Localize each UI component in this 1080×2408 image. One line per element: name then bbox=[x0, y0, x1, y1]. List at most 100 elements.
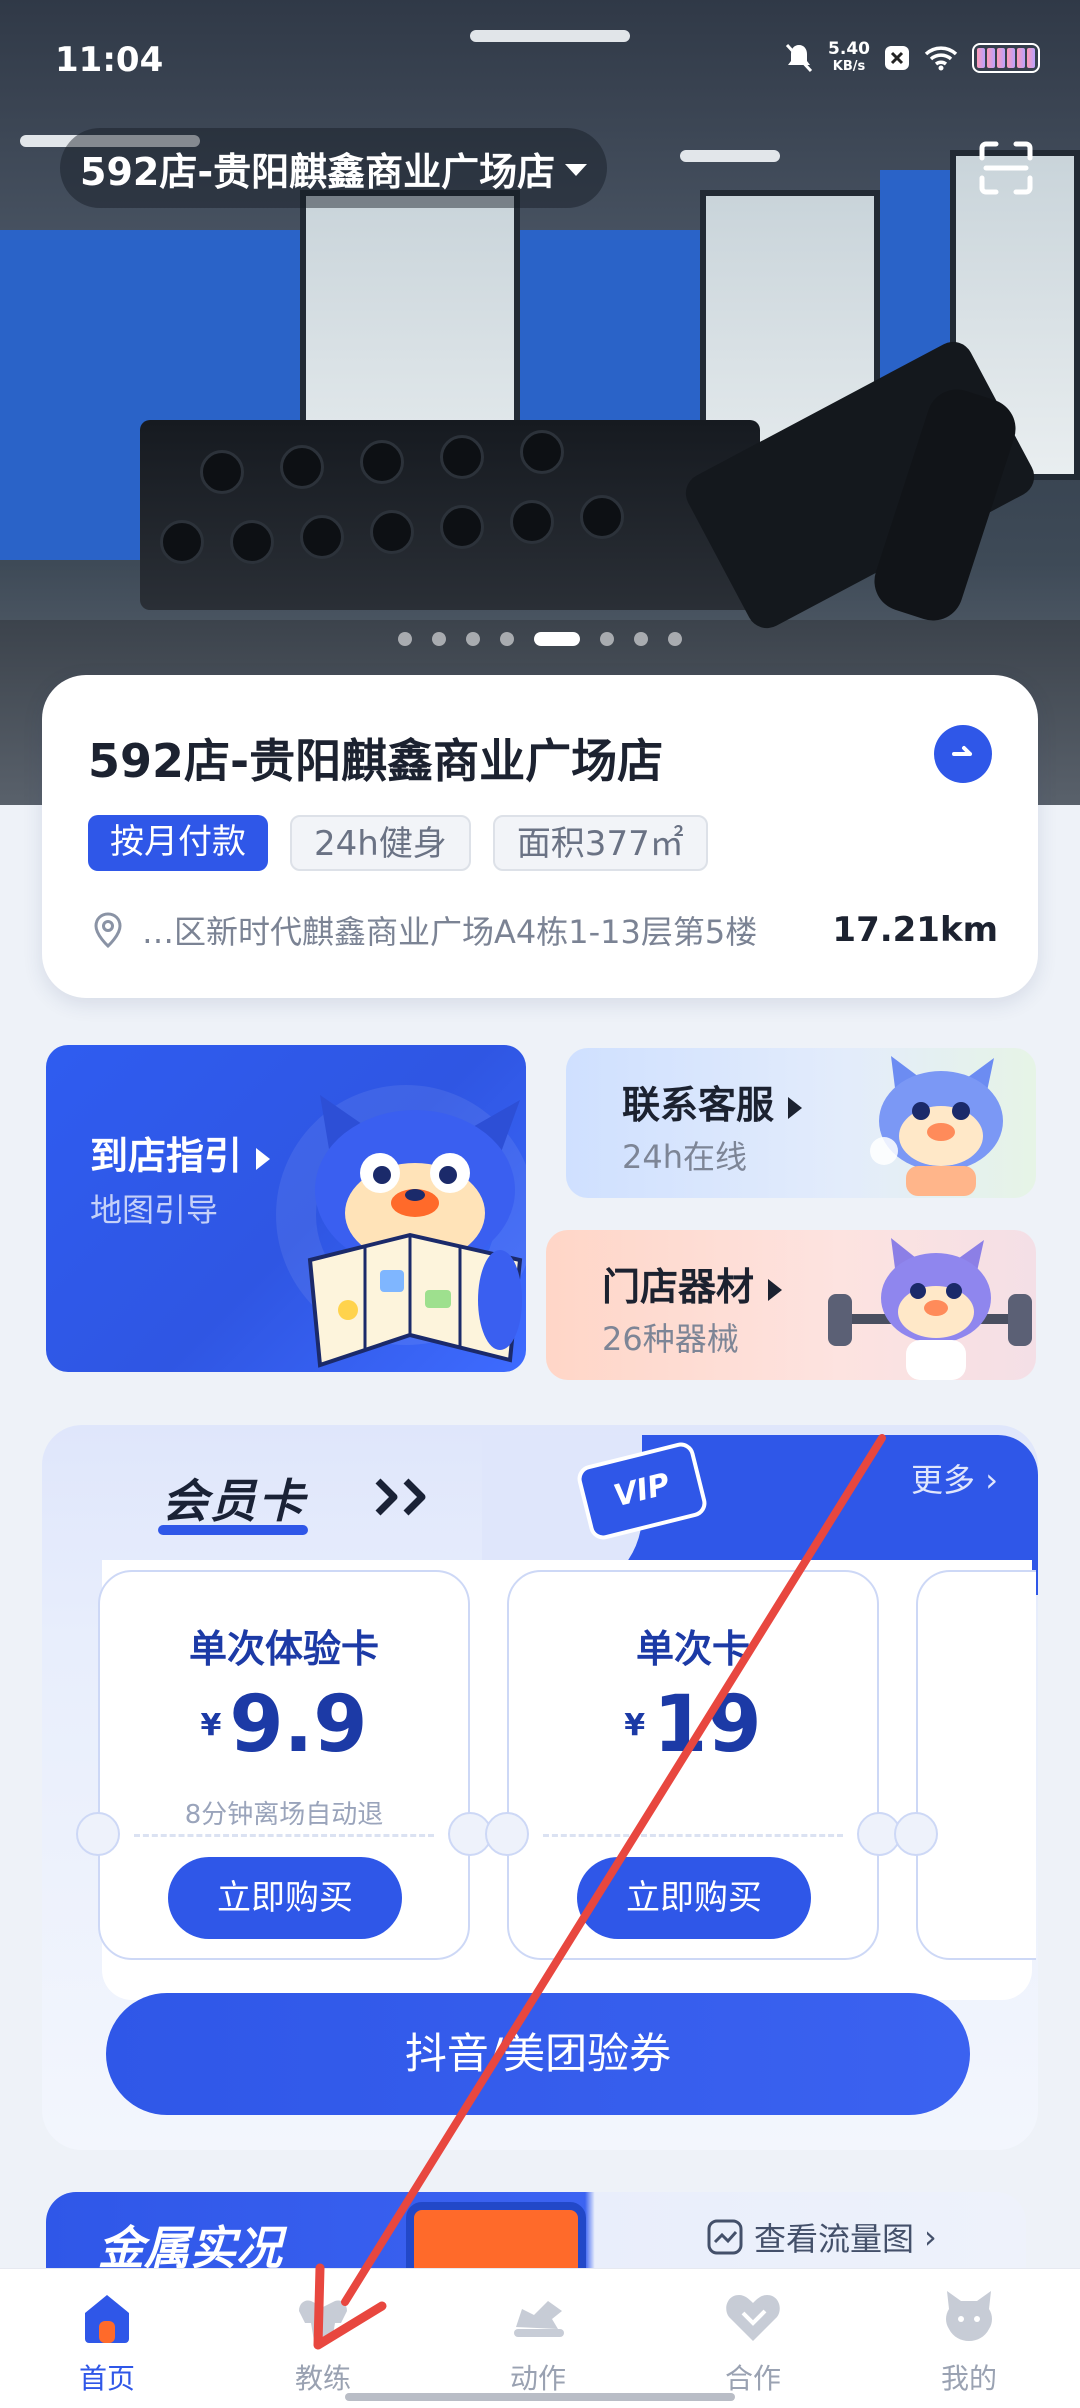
dumbbell bbox=[370, 510, 414, 554]
ticket-notch bbox=[76, 1812, 120, 1856]
store-equipment-subtitle: 26种器械 bbox=[602, 1320, 739, 1358]
dumbbell bbox=[360, 440, 404, 484]
store-guide-subtitle: 地图引导 bbox=[90, 1191, 219, 1229]
live-status-title: 金属实况 bbox=[98, 2221, 282, 2272]
sneaker-icon bbox=[514, 2301, 564, 2337]
camera-illustration bbox=[406, 2202, 586, 2272]
arrow-right-icon: › bbox=[924, 2218, 937, 2256]
handshake-icon bbox=[726, 2295, 780, 2341]
status-time: 11:04 bbox=[55, 40, 164, 80]
tab-partner[interactable]: 合作 bbox=[693, 2289, 813, 2397]
ticket-divider bbox=[543, 1834, 843, 1837]
store-selector[interactable]: 592店-贵阳麒鑫商业广场店 bbox=[60, 128, 608, 208]
dumbbell bbox=[440, 435, 484, 479]
store-name: 592店-贵阳麒鑫商业广场店 bbox=[88, 734, 664, 788]
location-pin-icon bbox=[94, 912, 122, 949]
view-traffic-link[interactable]: 查看流量图 › bbox=[706, 2214, 937, 2260]
pagination-dot bbox=[668, 632, 682, 646]
view-traffic-label: 查看流量图 bbox=[754, 2220, 915, 2258]
dumbbell bbox=[280, 445, 324, 489]
currency-symbol: ¥ bbox=[624, 1707, 646, 1743]
membership-title-underline bbox=[158, 1525, 308, 1535]
pagination-dot-active bbox=[534, 632, 580, 646]
store-equipment-card[interactable]: 门店器材 26种器械 bbox=[546, 1230, 1036, 1380]
membership-more-link[interactable]: 更多 › bbox=[911, 1455, 998, 1501]
scan-icon[interactable] bbox=[978, 140, 1034, 196]
tab-label: 首页 bbox=[78, 2362, 135, 2395]
store-selector-label: 592店-贵阳麒鑫商业广场店 bbox=[80, 149, 556, 194]
mute-bell-icon bbox=[785, 43, 813, 73]
card-name: 单次卡 bbox=[635, 1627, 750, 1671]
membership-card-partial[interactable] bbox=[894, 1570, 1036, 1960]
wifi-icon bbox=[924, 46, 958, 71]
pagination-dot bbox=[634, 632, 648, 646]
card-note: 8分钟离场自动退 bbox=[184, 1800, 384, 1830]
card-price: ¥9.9 bbox=[100, 1680, 468, 1770]
banner-pagination bbox=[0, 632, 1080, 646]
buy-now-button[interactable]: 立即购买 bbox=[168, 1857, 402, 1939]
caret-down-icon bbox=[565, 164, 588, 176]
status-bar: 11:04 5.40 KB/s bbox=[0, 0, 1080, 120]
store-distance: 17.21km bbox=[832, 910, 998, 950]
customer-service-card[interactable]: 联系客服 24h在线 bbox=[566, 1048, 1036, 1198]
customer-service-title: 联系客服 bbox=[622, 1074, 803, 1129]
tab-moves[interactable]: 动作 bbox=[478, 2289, 598, 2397]
tab-label: 动作 bbox=[509, 2362, 566, 2395]
status-icons: 5.40 KB/s bbox=[784, 40, 1040, 76]
pagination-dot bbox=[500, 632, 514, 646]
tab-label: 我的 bbox=[940, 2362, 997, 2395]
store-tag: 面积377㎡ bbox=[492, 815, 708, 871]
ticket-divider bbox=[134, 1834, 434, 1837]
dumbbell bbox=[520, 430, 564, 474]
chart-icon bbox=[707, 2219, 743, 2255]
mascot-map-illustration bbox=[307, 1095, 523, 1368]
membership-section: 会员卡 VIP 更多 › 单次体验卡 ¥9.9 8分钟离场自动退 立即购买 单次… bbox=[42, 1425, 1038, 2150]
dumbbell bbox=[200, 450, 244, 494]
card-price: ¥19 bbox=[509, 1680, 877, 1770]
dumbbell bbox=[300, 515, 344, 559]
network-speed-value: 5.40 bbox=[828, 39, 870, 59]
dumbbell bbox=[440, 505, 484, 549]
mascot-phone-illustration bbox=[870, 1056, 1003, 1196]
tab-profile[interactable]: 我的 bbox=[909, 2289, 1029, 2397]
tab-label: 合作 bbox=[724, 2362, 781, 2395]
price-value: 9.9 bbox=[229, 1680, 368, 1770]
tab-coach[interactable]: 教练 bbox=[263, 2289, 383, 2397]
store-detail-button[interactable] bbox=[934, 725, 992, 783]
store-address-row[interactable]: …区新时代麒鑫商业广场A4栋1-13层第5楼 17.21km bbox=[88, 907, 998, 953]
store-address: …区新时代麒鑫商业广场A4栋1-13层第5楼 bbox=[142, 913, 758, 951]
double-chevron-icon bbox=[375, 1478, 426, 1516]
pagination-dot bbox=[432, 632, 446, 646]
store-tag: 按月付款 bbox=[88, 815, 268, 871]
play-triangle-icon bbox=[788, 1096, 803, 1119]
buy-now-button[interactable]: 立即购买 bbox=[577, 1857, 811, 1939]
douyin-meituan-verify-button[interactable]: 抖音/美团验券 bbox=[106, 1993, 970, 2115]
profile-icon bbox=[946, 2291, 992, 2341]
home-icon bbox=[85, 2295, 129, 2343]
store-tags: 按月付款 24h健身 面积377㎡ bbox=[88, 815, 708, 871]
bottom-tab-bar: 首页 教练 动作 合作 我的 bbox=[0, 2268, 1080, 2408]
pagination-dot bbox=[600, 632, 614, 646]
network-speed: 5.40 KB/s bbox=[828, 40, 870, 76]
arrow-right-icon bbox=[952, 746, 972, 756]
battery-icon bbox=[972, 43, 1040, 73]
store-equipment-title: 门店器材 bbox=[602, 1256, 783, 1311]
customer-service-subtitle: 24h在线 bbox=[622, 1138, 748, 1176]
live-status-section: 金属实况 查看流量图 › bbox=[46, 2192, 1026, 2272]
tab-home[interactable]: 首页 bbox=[47, 2289, 167, 2397]
mascot-barbell-illustration bbox=[828, 1238, 1032, 1380]
pagination-dot bbox=[466, 632, 480, 646]
play-triangle-icon bbox=[768, 1278, 783, 1301]
card-name: 单次体验卡 bbox=[188, 1627, 379, 1671]
dumbbell bbox=[580, 495, 624, 539]
membership-cards-carousel[interactable]: 单次体验卡 ¥9.9 8分钟离场自动退 立即购买 单次卡 ¥19 立即购买 bbox=[76, 1560, 1036, 2000]
membership-card[interactable]: 单次体验卡 ¥9.9 8分钟离场自动退 立即购买 bbox=[76, 1570, 492, 1960]
store-info-card: 592店-贵阳麒鑫商业广场店 按月付款 24h健身 面积377㎡ …区新时代麒鑫… bbox=[42, 675, 1038, 998]
membership-title: 会员卡 bbox=[162, 1474, 306, 1528]
ticket-notch bbox=[894, 1812, 938, 1856]
dumbbell bbox=[510, 500, 554, 544]
store-guide-title: 到店指引 bbox=[90, 1125, 271, 1180]
price-value: 19 bbox=[653, 1680, 762, 1770]
close-box-icon bbox=[885, 46, 909, 70]
membership-card[interactable]: 单次卡 ¥19 立即购买 bbox=[485, 1570, 901, 1960]
